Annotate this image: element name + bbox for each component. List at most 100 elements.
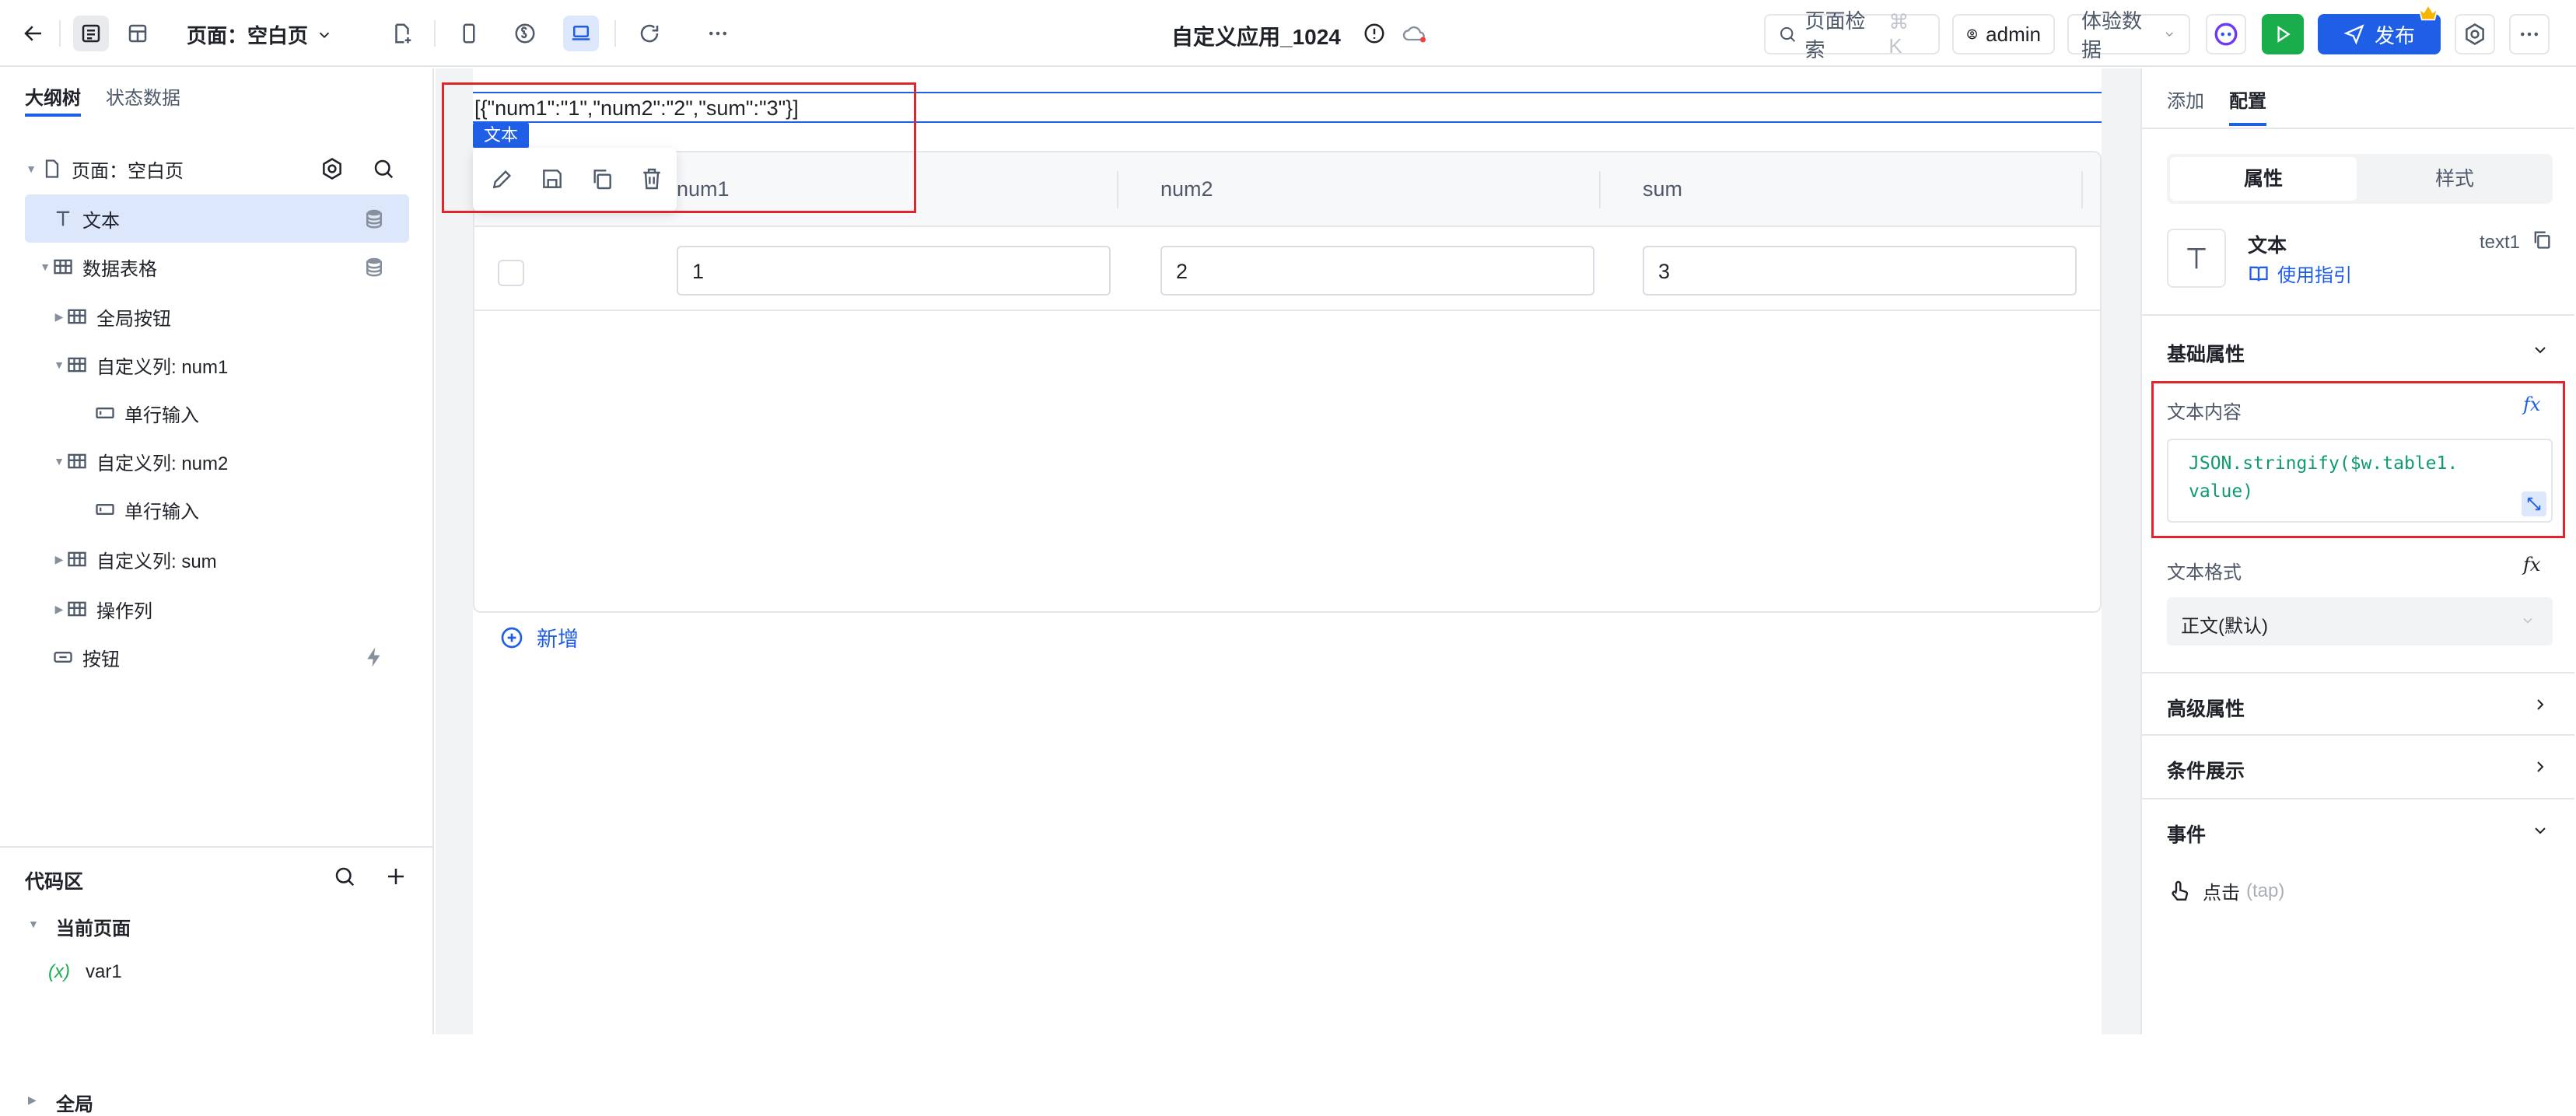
num2-input[interactable]: 2 [1160,246,1594,296]
tree-item-label: 单行输入 [124,501,199,523]
caret-right-icon[interactable]: ▶ [53,553,65,566]
tab-add[interactable]: 添加 [2167,86,2204,113]
env-selector[interactable]: 体验数据 [2067,9,2190,61]
tree-item-column-sum[interactable]: ▶ 自定义列: sum [25,535,409,583]
tree-item-label: 文本 [82,210,120,232]
event-tap-item[interactable]: 点击 (tap) [2167,877,2284,904]
page-selector-label: 页面：空白页 [187,24,309,47]
mini-program-icon[interactable] [507,16,543,51]
tree-item-action-column[interactable]: ▶ 操作列 [25,585,409,633]
gear-icon [2466,23,2484,45]
settings-icon[interactable] [320,157,344,180]
tree-item-label: 数据表格 [82,258,157,280]
info-icon[interactable] [1363,22,1386,45]
row-checkbox[interactable] [498,260,524,286]
vip-badge-icon [2417,3,2439,22]
global-group[interactable]: 全局 [56,1089,93,1116]
back-arrow-icon[interactable] [16,16,51,51]
add-row-button[interactable]: 新增 [499,622,579,652]
tree-item-input-1[interactable]: 单行输入 [25,389,409,437]
table-icon [65,353,89,376]
page-selector[interactable]: 页面：空白页 [187,20,333,49]
tree-item-column-num2[interactable]: ▼ 自定义列: num2 [25,437,409,485]
tree-item-label: 按钮 [82,649,120,670]
tab-state-data[interactable]: 状态数据 [106,82,180,110]
settings-button[interactable] [2455,14,2495,54]
segment-styles[interactable]: 样式 [2360,157,2550,201]
current-page-group[interactable]: 当前页面 [56,913,131,940]
chevron-right-icon[interactable] [2531,695,2550,714]
table-icon [51,255,75,278]
tree-item-column-num1[interactable]: ▼ 自定义列: num1 [25,341,409,389]
caret-right-icon[interactable]: ▶ [28,1093,37,1107]
search-icon[interactable] [333,865,356,888]
tree-item-data-table[interactable]: ▼ 数据表格 [25,243,409,291]
usage-guide-link[interactable]: 使用指引 [2248,260,2352,287]
caret-down-icon[interactable]: ▼ [25,163,37,175]
caret-down-icon[interactable]: ▼ [53,359,65,371]
tree-item-button[interactable]: 按钮 [25,633,409,681]
tree-item-label: 操作列 [96,600,152,622]
sum-input[interactable]: 3 [1643,246,2077,296]
caret-down-icon[interactable]: ▼ [28,918,39,930]
more-menu-button[interactable] [2509,14,2550,54]
desktop-view-icon[interactable] [563,16,599,51]
tree-item-text[interactable]: 文本 [25,194,409,243]
variable-icon: (x) [48,961,70,982]
events-header[interactable]: 事件 [2167,820,2206,848]
event-code: (tap) [2246,880,2285,901]
user-name: admin [1986,22,2041,46]
tree-item-input-2[interactable]: 单行输入 [25,485,409,534]
basic-properties-header[interactable]: 基础属性 [2167,339,2245,367]
database-icon [362,255,386,278]
new-page-icon[interactable] [384,16,420,51]
tab-outline-tree[interactable]: 大纲树 [25,82,81,110]
formula-icon[interactable]: fx [2523,554,2540,575]
more-icon [2521,32,2538,37]
tree-item-label: 页面：空白页 [72,160,184,182]
ai-assistant-button[interactable] [2206,14,2246,54]
text-format-value: 正文(默认) [2181,616,2268,637]
refresh-icon[interactable] [632,16,667,51]
caret-down-icon[interactable]: ▼ [39,261,51,273]
divider [0,846,432,848]
ai-bot-icon [2214,23,2238,46]
tree-item-label: 自定义列: sum [96,551,217,572]
page-search-button[interactable]: 页面检索 ⌘ K [1764,9,1940,61]
event-name: 点击 [2203,883,2240,904]
search-icon[interactable] [372,157,395,180]
user-button[interactable]: admin [1952,14,2055,54]
variable-item[interactable]: var1 [86,961,122,983]
copy-icon[interactable] [2531,229,2553,250]
column-header-num2: num2 [1160,177,1213,201]
mobile-view-icon[interactable] [451,16,487,51]
editor-canvas: [{"num1":"1","num2":"2","sum":"3"}] 文本 n… [436,68,2140,1034]
run-button[interactable] [2262,14,2304,54]
add-icon[interactable] [384,865,408,888]
tree-item-page[interactable]: ▼ 页面：空白页 [25,145,409,193]
database-icon [362,207,386,230]
chevron-right-icon[interactable] [2531,757,2550,776]
caret-right-icon[interactable]: ▶ [53,310,65,324]
caret-down-icon[interactable]: ▼ [53,455,65,467]
chevron-down-icon [2523,617,2532,624]
conditional-display-header[interactable]: 条件展示 [2167,756,2245,784]
table-icon [65,450,89,473]
input-icon [93,498,117,521]
chevron-down-icon[interactable] [2531,341,2550,359]
tree-item-global-buttons[interactable]: ▶ 全局按钮 [25,292,409,341]
tab-config[interactable]: 配置 [2229,86,2266,113]
segment-properties[interactable]: 属性 [2170,157,2357,201]
advanced-properties-header[interactable]: 高级属性 [2167,694,2245,722]
more-icon[interactable] [700,16,736,51]
num1-input[interactable]: 1 [677,246,1111,296]
right-panel: 添加 配置 属性 样式 文本 text1 使用指引 基础属性 文本内容 fx J… [2140,68,2576,1034]
page-list-icon[interactable] [73,16,109,51]
active-tab-indicator [2229,123,2266,126]
chevron-down-icon[interactable] [2531,821,2550,840]
text-format-label: 文本格式 [2167,562,2242,583]
layout-icon[interactable] [120,16,156,51]
text-format-select[interactable]: 正文(默认) [2167,597,2553,645]
page-search-label: 页面检索 [1804,9,1866,61]
caret-right-icon[interactable]: ▶ [53,603,65,616]
